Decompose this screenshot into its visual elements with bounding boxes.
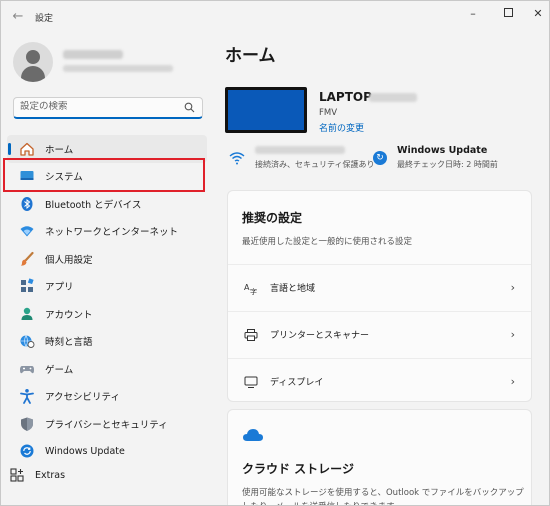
sidebar-item-bluetooth[interactable]: Bluetooth とデバイス <box>7 190 207 218</box>
card-description: 最近使用した設定と一般的に使用される設定 <box>242 237 413 247</box>
globe-clock-icon <box>20 335 35 349</box>
minimize-icon: – <box>470 7 476 20</box>
close-button[interactable]: ✕ <box>528 7 548 21</box>
device-model: FMV <box>319 108 338 118</box>
sidebar-item-accessibility[interactable]: アクセシビリティ <box>7 383 207 411</box>
sidebar-item-label: Windows Update <box>45 445 125 457</box>
minimize-button[interactable]: – <box>463 7 483 21</box>
network-status: 接続済み、セキュリティ保護あり <box>255 160 375 169</box>
brush-icon <box>20 251 34 266</box>
highlight-box <box>3 158 205 192</box>
card-title: 推奨の設定 <box>242 211 303 225</box>
home-icon <box>20 142 34 156</box>
recommended-row-display[interactable]: ディスプレイ › <box>228 358 531 404</box>
sidebar-item-extras[interactable]: Extras <box>9 467 65 483</box>
sidebar-item-time-language[interactable]: 時刻と言語 <box>7 328 207 356</box>
close-icon: ✕ <box>533 7 543 20</box>
device-image <box>225 87 307 133</box>
sidebar-item-network[interactable]: ネットワークとインターネット <box>7 218 207 246</box>
wifi-icon <box>229 152 245 165</box>
network-name-redacted <box>255 146 345 154</box>
printer-icon <box>244 328 258 341</box>
sidebar-item-label: アクセシビリティ <box>45 392 120 404</box>
extras-icon <box>10 468 24 482</box>
sidebar-item-label: アプリ <box>45 282 74 294</box>
chevron-right-icon: › <box>510 375 515 388</box>
sidebar-item-label: ゲーム <box>45 364 74 376</box>
recommended-row-printers[interactable]: プリンターとスキャナー › <box>228 311 531 357</box>
row-label: 言語と地域 <box>270 284 316 294</box>
chevron-right-icon: › <box>510 281 515 294</box>
update-status-sub: 最終チェック日時: 2 時間前 <box>397 160 498 169</box>
sidebar-item-gaming[interactable]: ゲーム <box>7 355 207 383</box>
sidebar-item-label: 個人用設定 <box>45 254 93 266</box>
sidebar-item-privacy[interactable]: プライバシーとセキュリティ <box>7 410 207 438</box>
rename-link[interactable]: 名前の変更 <box>319 121 364 134</box>
apps-icon <box>21 278 34 293</box>
avatar[interactable] <box>13 42 53 82</box>
search-input[interactable] <box>20 101 180 112</box>
gamepad-icon <box>20 365 34 373</box>
row-label: ディスプレイ <box>270 378 324 388</box>
sidebar-item-label: ネットワークとインターネット <box>45 227 179 239</box>
row-label: プリンターとスキャナー <box>270 331 370 341</box>
back-button[interactable]: ← <box>9 8 27 26</box>
bluetooth-icon <box>21 196 33 211</box>
sidebar-item-label: アカウント <box>45 309 93 321</box>
language-icon: A 字 <box>244 283 257 295</box>
sidebar-item-label: プライバシーとセキュリティ <box>45 419 168 431</box>
accessibility-icon <box>20 389 34 405</box>
arrow-left-icon: ← <box>12 9 24 24</box>
user-name-redacted <box>63 50 123 59</box>
svg-text:字: 字 <box>250 287 257 295</box>
update-icon <box>20 444 34 458</box>
sidebar-item-label: Extras <box>35 469 66 481</box>
sidebar-item-label: 時刻と言語 <box>45 337 93 349</box>
search-box[interactable] <box>13 97 203 119</box>
monitor-icon <box>244 376 258 388</box>
sidebar-item-windows-update[interactable]: Windows Update <box>7 438 207 466</box>
settings-window: ← 設定 – ✕ ホーム シ <box>0 0 550 506</box>
chevron-right-icon: › <box>510 328 515 341</box>
update-status-title[interactable]: Windows Update <box>397 145 487 156</box>
page-title: ホーム <box>225 46 276 66</box>
search-icon[interactable] <box>184 102 195 113</box>
sidebar-item-accounts[interactable]: アカウント <box>7 300 207 328</box>
device-name-redacted <box>369 93 417 102</box>
recommended-settings-card: 推奨の設定 最近使用した設定と一般的に使用される設定 A 字 言語と地域 › プ… <box>227 190 532 402</box>
card-title: クラウド ストレージ <box>242 462 354 476</box>
user-email-redacted <box>63 65 173 72</box>
sidebar-item-label: ホーム <box>45 144 74 156</box>
cloud-storage-card: クラウド ストレージ 使用可能なストレージを使用すると、Outlook でファイ… <box>227 409 532 505</box>
sidebar-item-label: Bluetooth とデバイス <box>45 199 142 211</box>
app-title: 設定 <box>35 14 54 24</box>
cloud-icon <box>243 429 263 441</box>
maximize-button[interactable] <box>498 7 518 21</box>
recommended-row-language[interactable]: A 字 言語と地域 › <box>228 264 531 310</box>
card-description: 使用可能なストレージを使用すると、Outlook でファイルをバックアップしたり… <box>242 488 524 505</box>
sidebar-item-personalization[interactable]: 個人用設定 <box>7 245 207 273</box>
update-status-icon: ↻ <box>373 151 387 165</box>
title-bar: ← 設定 – ✕ <box>1 1 549 33</box>
maximize-icon <box>503 8 513 17</box>
wifi-icon <box>20 226 34 237</box>
shield-icon <box>21 417 33 431</box>
person-icon <box>21 307 33 320</box>
sidebar-item-apps[interactable]: アプリ <box>7 273 207 301</box>
